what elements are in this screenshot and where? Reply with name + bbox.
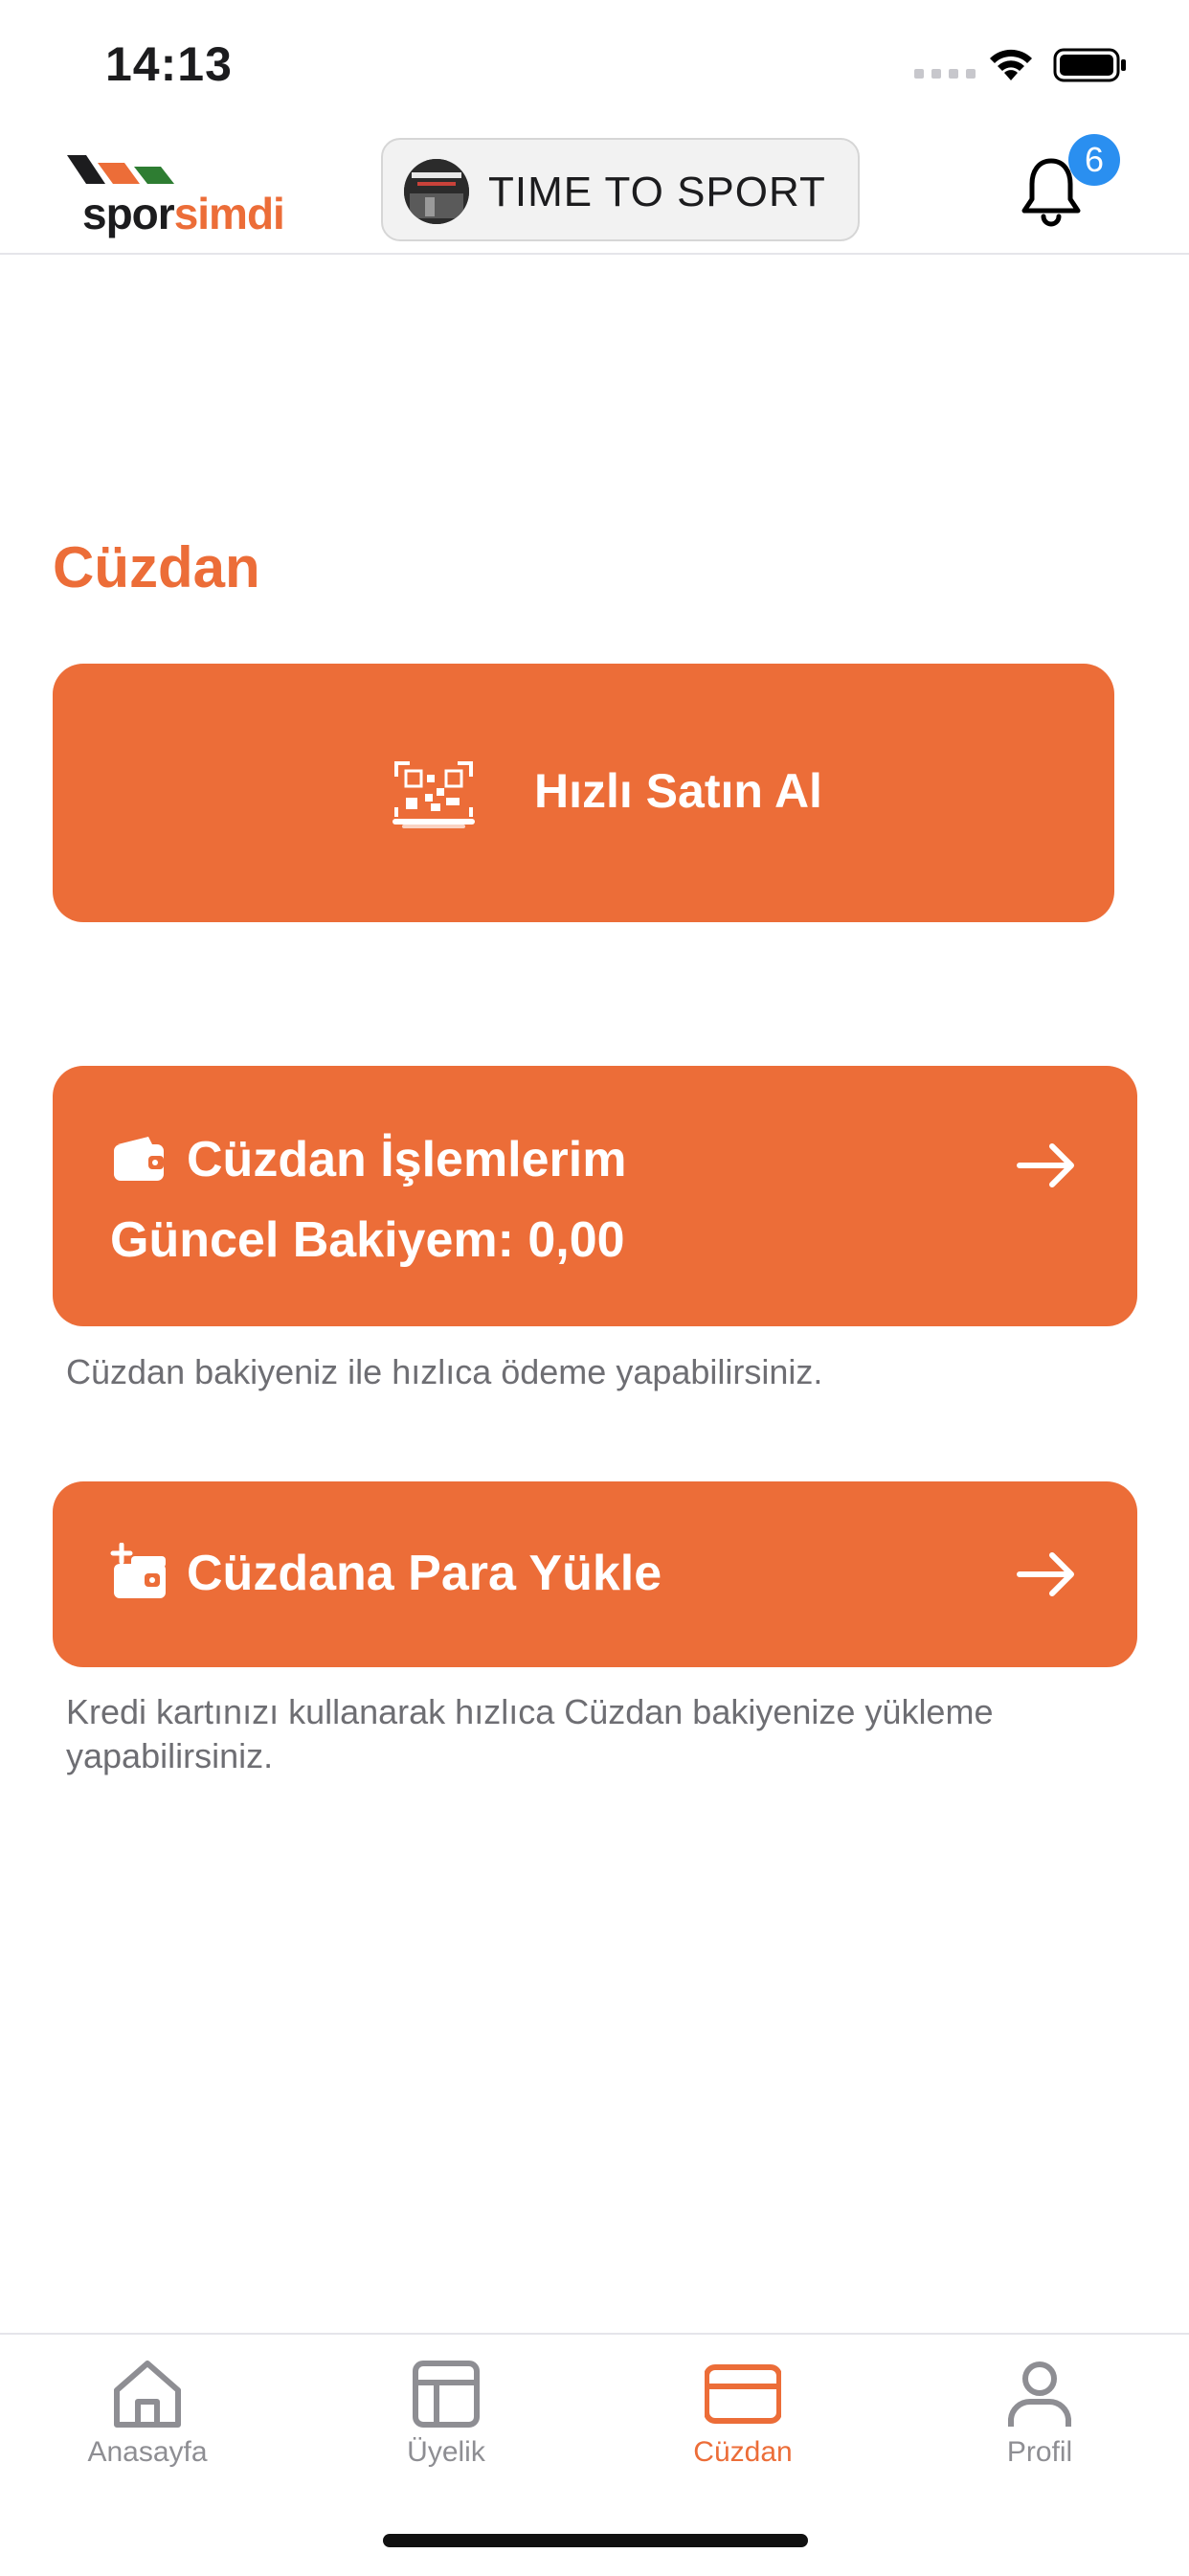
status-time: 14:13 xyxy=(105,37,233,91)
logo-wordmark: sporsimdi xyxy=(82,189,285,238)
logo-mark-icon xyxy=(67,155,174,184)
tab-label: Cüzdan xyxy=(693,2436,793,2468)
app-logo[interactable]: sporsimdi xyxy=(61,149,291,238)
wallet-top-up-help: Kredi kartınızı kullanarak hızlıca Cüzda… xyxy=(66,1692,994,1775)
home-indicator xyxy=(383,2534,808,2547)
quick-buy-button[interactable]: Hızlı Satın Al xyxy=(53,664,1114,922)
arrow-right-icon xyxy=(1017,1552,1074,1596)
app-header: sporsimdi TIME TO SPORT 6 xyxy=(0,124,1189,255)
tab-membership[interactable]: Üyelik xyxy=(350,2358,542,2469)
card-icon xyxy=(705,2364,781,2424)
gym-avatar xyxy=(404,159,469,224)
wallet-transactions-help: Cüzdan bakiyeniz ile hızlıca ödeme yapab… xyxy=(66,1352,823,1391)
notification-badge: 6 xyxy=(1068,134,1120,186)
current-balance: Güncel Bakiyem: 0,00 xyxy=(110,1212,625,1268)
cellular-signal-icon xyxy=(914,69,976,79)
tab-home[interactable]: Anasayfa xyxy=(52,2358,243,2469)
layout-icon xyxy=(413,2361,480,2428)
battery-icon xyxy=(1053,48,1126,82)
tab-label: Üyelik xyxy=(407,2436,485,2468)
wallet-icon xyxy=(114,1137,164,1181)
wallet-top-up-button[interactable]: Cüzdana Para Yükle xyxy=(53,1481,1137,1667)
qr-scan-icon xyxy=(393,761,475,828)
page-title: Cüzdan xyxy=(53,535,260,599)
wallet-top-up-title: Cüzdana Para Yükle xyxy=(187,1546,662,1601)
tab-label: Profil xyxy=(1006,2436,1073,2468)
home-icon xyxy=(114,2361,181,2428)
tab-label: Anasayfa xyxy=(87,2436,208,2468)
wifi-icon xyxy=(990,49,1032,80)
quick-buy-label: Hızlı Satın Al xyxy=(534,764,822,818)
user-icon xyxy=(1008,2361,1071,2427)
tab-profile[interactable]: Profil xyxy=(944,2358,1135,2469)
status-bar: 14:13 xyxy=(0,0,1189,124)
wallet-add-icon xyxy=(110,1543,166,1598)
tab-wallet[interactable]: Cüzdan xyxy=(647,2358,839,2469)
gym-selector-button[interactable]: TIME TO SPORT xyxy=(381,138,860,241)
wallet-transactions-button[interactable]: Cüzdan İşlemlerim Güncel Bakiyem: 0,00 xyxy=(53,1066,1137,1326)
gym-name: TIME TO SPORT xyxy=(488,169,826,215)
arrow-right-icon xyxy=(1017,1143,1074,1187)
wallet-transactions-title: Cüzdan İşlemlerim xyxy=(187,1132,627,1187)
